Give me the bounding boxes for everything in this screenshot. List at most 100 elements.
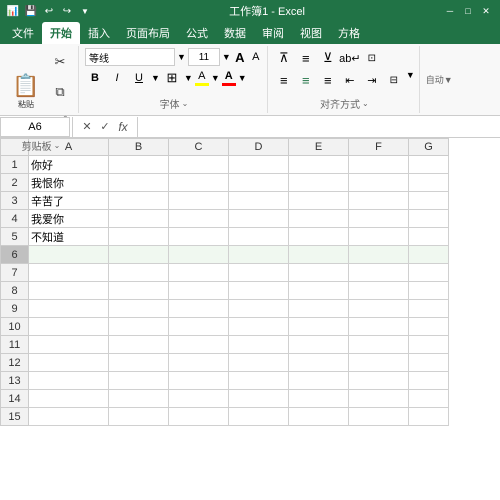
border-dropdown[interactable]: ▼	[184, 73, 193, 83]
cell-5-5[interactable]	[349, 228, 409, 246]
cell-3-5[interactable]	[349, 192, 409, 210]
cell-5-3[interactable]	[229, 228, 289, 246]
cell-11-0[interactable]	[29, 336, 109, 354]
cell-14-1[interactable]	[109, 390, 169, 408]
row-header-5[interactable]: 5	[1, 228, 29, 246]
cell-8-0[interactable]	[29, 282, 109, 300]
cell-14-2[interactable]	[169, 390, 229, 408]
col-header-B[interactable]: B	[109, 139, 169, 156]
tab-insert[interactable]: 插入	[80, 22, 118, 44]
row-header-4[interactable]: 4	[1, 210, 29, 228]
cell-8-5[interactable]	[349, 282, 409, 300]
cell-1-6[interactable]	[409, 156, 449, 174]
cell-2-0[interactable]: 我恨你	[29, 174, 109, 192]
cell-12-2[interactable]	[169, 354, 229, 372]
cell-11-6[interactable]	[409, 336, 449, 354]
cell-13-1[interactable]	[109, 372, 169, 390]
cell-9-2[interactable]	[169, 300, 229, 318]
cell-15-3[interactable]	[229, 408, 289, 426]
redo-icon[interactable]: ↪	[60, 4, 74, 18]
fill-color-button[interactable]: A	[195, 70, 209, 86]
cell-7-2[interactable]	[169, 264, 229, 282]
underline-button[interactable]: U	[129, 68, 149, 88]
font-expand-icon[interactable]: ⌄	[182, 99, 189, 108]
cell-13-2[interactable]	[169, 372, 229, 390]
cell-1-4[interactable]	[289, 156, 349, 174]
cell-14-4[interactable]	[289, 390, 349, 408]
col-header-G[interactable]: G	[409, 139, 449, 156]
bold-button[interactable]: B	[85, 68, 105, 88]
tab-review[interactable]: 审阅	[254, 22, 292, 44]
minimize-button[interactable]: ─	[442, 4, 458, 18]
align-top-button[interactable]: ⊼	[274, 48, 294, 68]
customize-icon[interactable]: ▼	[78, 4, 92, 18]
cell-8-4[interactable]	[289, 282, 349, 300]
cell-2-5[interactable]	[349, 174, 409, 192]
cell-9-1[interactable]	[109, 300, 169, 318]
row-header-10[interactable]: 10	[1, 318, 29, 336]
cell-9-6[interactable]	[409, 300, 449, 318]
cell-11-5[interactable]	[349, 336, 409, 354]
cell-12-3[interactable]	[229, 354, 289, 372]
cell-2-3[interactable]	[229, 174, 289, 192]
cell-7-1[interactable]	[109, 264, 169, 282]
cell-1-0[interactable]: 你好	[29, 156, 109, 174]
cell-15-6[interactable]	[409, 408, 449, 426]
close-button[interactable]: ✕	[478, 4, 494, 18]
cell-15-1[interactable]	[109, 408, 169, 426]
row-header-3[interactable]: 3	[1, 192, 29, 210]
cell-13-5[interactable]	[349, 372, 409, 390]
cell-4-3[interactable]	[229, 210, 289, 228]
cell-15-4[interactable]	[289, 408, 349, 426]
row-header-2[interactable]: 2	[1, 174, 29, 192]
cancel-formula-button[interactable]: ✕	[79, 120, 95, 133]
underline-dropdown[interactable]: ▼	[151, 73, 160, 83]
cell-11-2[interactable]	[169, 336, 229, 354]
tab-formula[interactable]: 公式	[178, 22, 216, 44]
row-header-1[interactable]: 1	[1, 156, 29, 174]
cell-10-1[interactable]	[109, 318, 169, 336]
row-header-8[interactable]: 8	[1, 282, 29, 300]
cell-3-2[interactable]	[169, 192, 229, 210]
cell-6-5[interactable]	[349, 246, 409, 264]
cell-1-5[interactable]	[349, 156, 409, 174]
cell-7-3[interactable]	[229, 264, 289, 282]
cell-1-3[interactable]	[229, 156, 289, 174]
font-size-decrease-button[interactable]: A	[249, 50, 263, 64]
font-color-dropdown[interactable]: ▼	[238, 73, 247, 83]
row-header-9[interactable]: 9	[1, 300, 29, 318]
font-color-button[interactable]: A	[222, 70, 236, 86]
cell-9-4[interactable]	[289, 300, 349, 318]
align-right-button[interactable]: ≡	[318, 70, 338, 90]
cell-5-6[interactable]	[409, 228, 449, 246]
cell-14-6[interactable]	[409, 390, 449, 408]
col-header-D[interactable]: D	[229, 139, 289, 156]
cell-6-0[interactable]	[29, 246, 109, 264]
cell-9-5[interactable]	[349, 300, 409, 318]
row-header-11[interactable]: 11	[1, 336, 29, 354]
tab-view[interactable]: 视图	[292, 22, 330, 44]
cell-6-3[interactable]	[229, 246, 289, 264]
cell-13-6[interactable]	[409, 372, 449, 390]
cell-13-4[interactable]	[289, 372, 349, 390]
cell-7-5[interactable]	[349, 264, 409, 282]
cell-12-5[interactable]	[349, 354, 409, 372]
merge-center-button[interactable]: ⊟	[384, 70, 404, 90]
cell-14-0[interactable]	[29, 390, 109, 408]
row-header-14[interactable]: 14	[1, 390, 29, 408]
cell-4-6[interactable]	[409, 210, 449, 228]
cell-11-4[interactable]	[289, 336, 349, 354]
text-rotate-button[interactable]: ab↵	[340, 48, 360, 68]
row-header-7[interactable]: 7	[1, 264, 29, 282]
paste-button[interactable]: 📋 粘贴	[8, 66, 44, 118]
cell-7-6[interactable]	[409, 264, 449, 282]
cell-7-4[interactable]	[289, 264, 349, 282]
cell-4-4[interactable]	[289, 210, 349, 228]
col-header-E[interactable]: E	[289, 139, 349, 156]
undo-icon[interactable]: ↩	[42, 4, 56, 18]
decrease-indent-button[interactable]: ⇤	[340, 70, 360, 90]
cell-8-6[interactable]	[409, 282, 449, 300]
cell-14-5[interactable]	[349, 390, 409, 408]
row-header-12[interactable]: 12	[1, 354, 29, 372]
align-middle-button[interactable]: ≡	[296, 48, 316, 68]
